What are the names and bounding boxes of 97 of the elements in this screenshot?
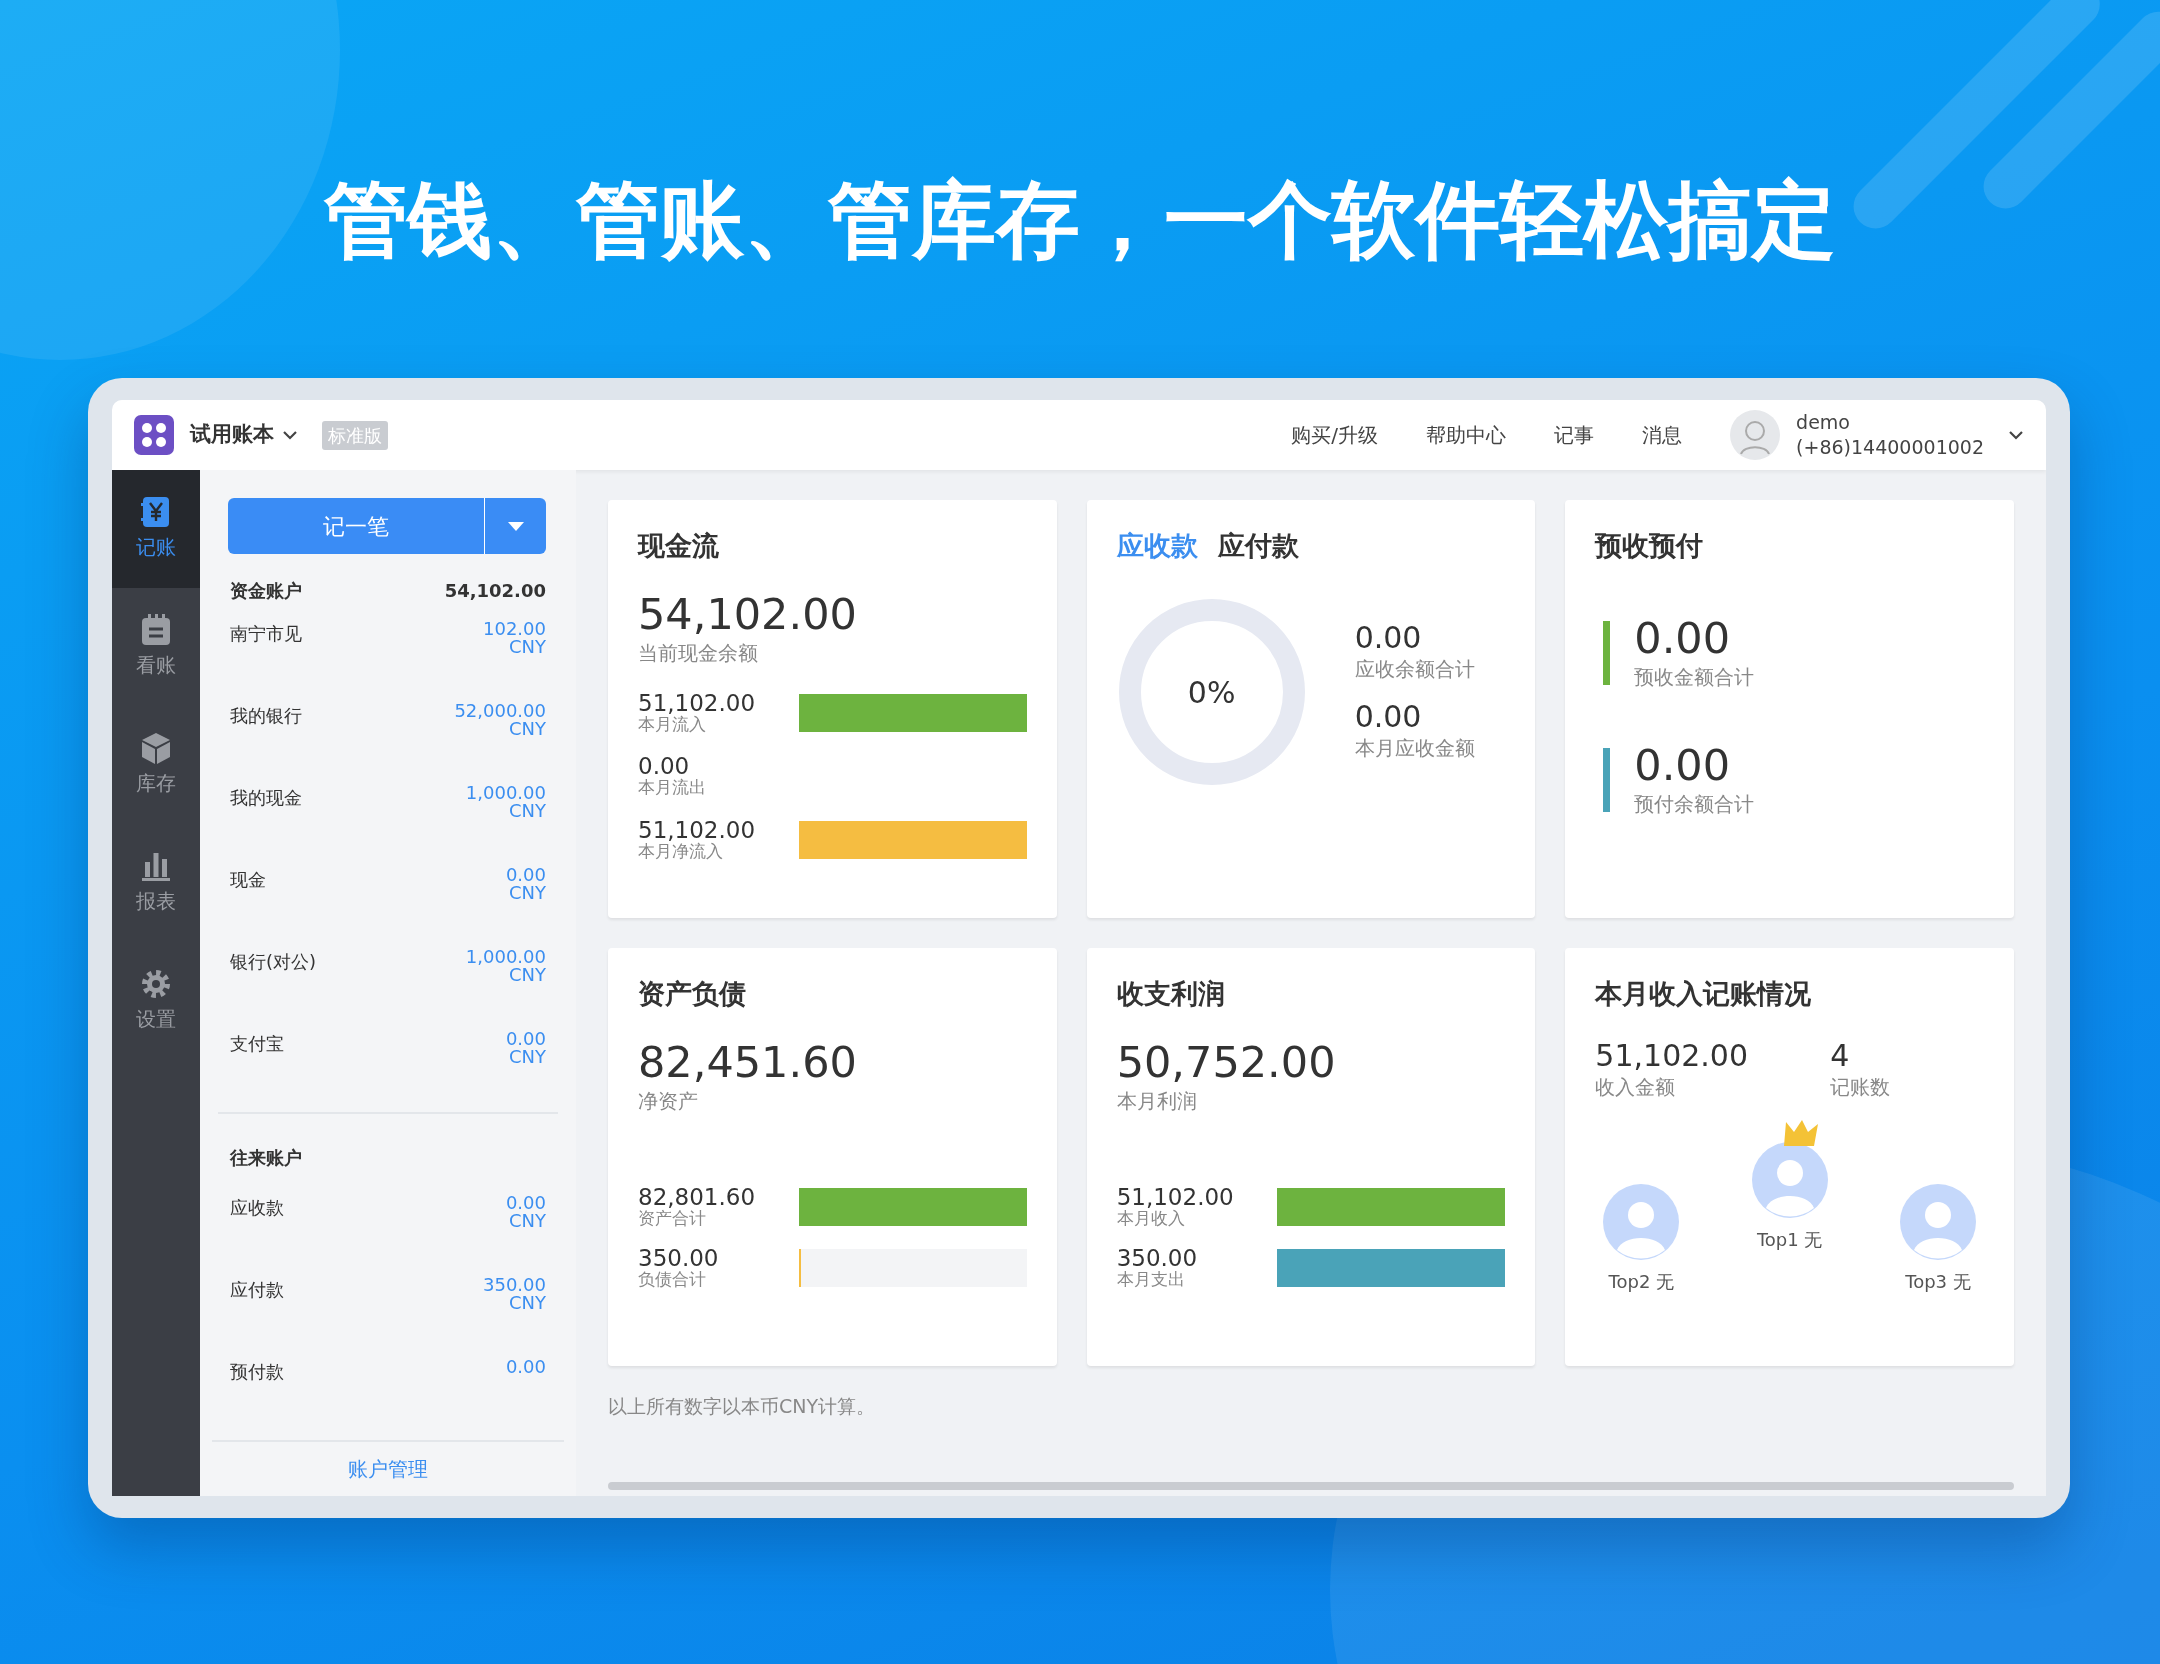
amount: 54,102.00 bbox=[638, 590, 858, 638]
row-value: 51,102.00 bbox=[638, 691, 756, 715]
ranking-label: Top3 无 bbox=[1905, 1269, 1971, 1294]
amount: 82,451.60 bbox=[638, 1038, 858, 1086]
stat-label: 应收余额合计 bbox=[1354, 655, 1475, 683]
stat-value: 4 bbox=[1830, 1038, 1851, 1072]
account-amount: 0.00 bbox=[505, 866, 546, 884]
row-value: 51,102.00 bbox=[1116, 1185, 1234, 1209]
dropdown-button[interactable] bbox=[484, 498, 546, 554]
section-title: 往来账户 bbox=[230, 1145, 302, 1170]
stat-value: 0.00 bbox=[1354, 620, 1423, 654]
stat-label: 预付余额合计 bbox=[1634, 791, 1755, 819]
headline: 管钱、管账、管库存，一个软件轻松搞定 bbox=[324, 170, 1836, 271]
account-name[interactable]: 应收款 bbox=[230, 1194, 284, 1266]
account-amount: 1,000.00 bbox=[465, 784, 546, 802]
footnote: 以上所有数字以本币CNY计算。 bbox=[608, 1394, 877, 1419]
row-label: 本月净流入 bbox=[638, 842, 723, 861]
row-label: 本月流入 bbox=[638, 714, 706, 734]
amount-caption: 本月利润 bbox=[1116, 1087, 1198, 1115]
amount-caption: 当前现金余额 bbox=[638, 639, 759, 667]
ranking-label: Top2 无 bbox=[1608, 1269, 1675, 1294]
account-name[interactable]: 我的现金 bbox=[230, 784, 302, 856]
account-name[interactable]: 银行(对公) bbox=[230, 948, 317, 1020]
row-label: 本月支出 bbox=[1116, 1270, 1186, 1290]
account-currency: CNY bbox=[507, 1212, 546, 1230]
sidebar-item[interactable]: 报表 bbox=[112, 824, 200, 942]
stat-value: 0.00 bbox=[1634, 741, 1732, 790]
card-title: 本月收入记账情况 bbox=[1595, 977, 1813, 1011]
cube-icon bbox=[141, 732, 171, 764]
stat-label: 本月应收金额 bbox=[1354, 734, 1475, 762]
nav-link[interactable]: 记事 bbox=[1554, 420, 1595, 450]
card-title: 收支利润 bbox=[1116, 977, 1226, 1011]
stat-value: 0.00 bbox=[1634, 614, 1732, 662]
stat-value: 0.00 bbox=[1354, 699, 1423, 733]
account-currency: CNY bbox=[508, 966, 546, 984]
user-phone: (+86)14400001002 bbox=[1796, 435, 1984, 460]
account-currency: CNY bbox=[507, 1048, 546, 1066]
ranking-label: Top1 无 bbox=[1756, 1227, 1823, 1252]
account-amount: 0.00 bbox=[505, 1194, 546, 1212]
row-value: 51,102.00 bbox=[638, 819, 756, 843]
row-value: 350.00 bbox=[1116, 1247, 1198, 1271]
row-label: 本月流出 bbox=[638, 778, 706, 798]
tab[interactable]: 应付款 bbox=[1217, 526, 1299, 573]
app-logo-icon bbox=[134, 415, 174, 455]
sidebar-item[interactable]: 库存 bbox=[112, 706, 200, 824]
account-currency: CNY bbox=[507, 638, 546, 656]
account-amount: 350.00 bbox=[483, 1276, 546, 1294]
nav-link[interactable]: 帮助中心 bbox=[1426, 420, 1507, 450]
scrollbar[interactable] bbox=[608, 1482, 2014, 1490]
card-title: 预收预付 bbox=[1595, 529, 1705, 563]
amount-caption: 净资产 bbox=[638, 1087, 699, 1115]
amount: 50,752.00 bbox=[1116, 1038, 1337, 1086]
card-title: 资产负债 bbox=[638, 977, 747, 1011]
account-amount: 0.00 bbox=[505, 1030, 546, 1048]
account-amount: 0.00 bbox=[505, 1358, 546, 1376]
bar-chart-icon bbox=[141, 850, 171, 882]
account-currency: CNY bbox=[508, 802, 546, 820]
account-name[interactable]: 我的银行 bbox=[230, 702, 302, 774]
account-name[interactable]: 南宁市见 bbox=[230, 620, 302, 692]
account-amount: 1,000.00 bbox=[465, 948, 546, 966]
user-name: demo bbox=[1796, 410, 1851, 435]
account-name[interactable]: 预付款 bbox=[230, 1358, 284, 1430]
sidebar-item[interactable]: 设置 bbox=[112, 942, 200, 1060]
account-name[interactable]: 应付款 bbox=[230, 1276, 284, 1348]
donut-percentage: 0% bbox=[1187, 673, 1236, 711]
sidebar-item[interactable]: 看账 bbox=[112, 588, 200, 706]
yen-notebook-icon bbox=[141, 496, 171, 528]
section-total: 54,102.00 bbox=[444, 578, 546, 603]
user-avatar[interactable] bbox=[1730, 410, 1781, 460]
stat-label: 收入金额 bbox=[1595, 1073, 1677, 1101]
account-amount: 52,000.00 bbox=[454, 702, 546, 720]
account-currency: CNY bbox=[507, 884, 546, 902]
stat-value: 51,102.00 bbox=[1595, 1038, 1749, 1072]
card-title: 现金流 bbox=[638, 529, 720, 563]
sidebar-item[interactable]: 记账 bbox=[112, 470, 200, 588]
account-currency: CNY bbox=[507, 1294, 546, 1312]
row-label: 资产合计 bbox=[638, 1208, 706, 1228]
row-value: 350.00 bbox=[638, 1247, 719, 1271]
section-title: 资金账户 bbox=[230, 578, 302, 603]
settings-icon bbox=[141, 968, 171, 1000]
row-label: 负债合计 bbox=[638, 1270, 707, 1290]
account-currency: CNY bbox=[508, 720, 546, 738]
stat-label: 记账数 bbox=[1830, 1073, 1891, 1101]
row-value: 0.00 bbox=[638, 755, 690, 779]
account-name[interactable]: 支付宝 bbox=[230, 1030, 284, 1102]
stat-label: 预收金额合计 bbox=[1634, 663, 1755, 691]
account-name[interactable]: 现金 bbox=[230, 866, 266, 938]
row-label: 本月收入 bbox=[1116, 1208, 1185, 1228]
caret-icon bbox=[507, 522, 524, 531]
nav-link[interactable]: 购买/升级 bbox=[1291, 420, 1379, 450]
ledger-name[interactable]: 试用账本 bbox=[190, 419, 274, 451]
account-amount: 102.00 bbox=[483, 620, 546, 638]
notepad-icon bbox=[141, 614, 171, 646]
row-value: 82,801.60 bbox=[638, 1185, 756, 1209]
chevron-down-icon[interactable] bbox=[282, 430, 298, 440]
chevron-down-icon[interactable] bbox=[2008, 430, 2024, 440]
nav-link[interactable]: 消息 bbox=[1642, 420, 1683, 450]
